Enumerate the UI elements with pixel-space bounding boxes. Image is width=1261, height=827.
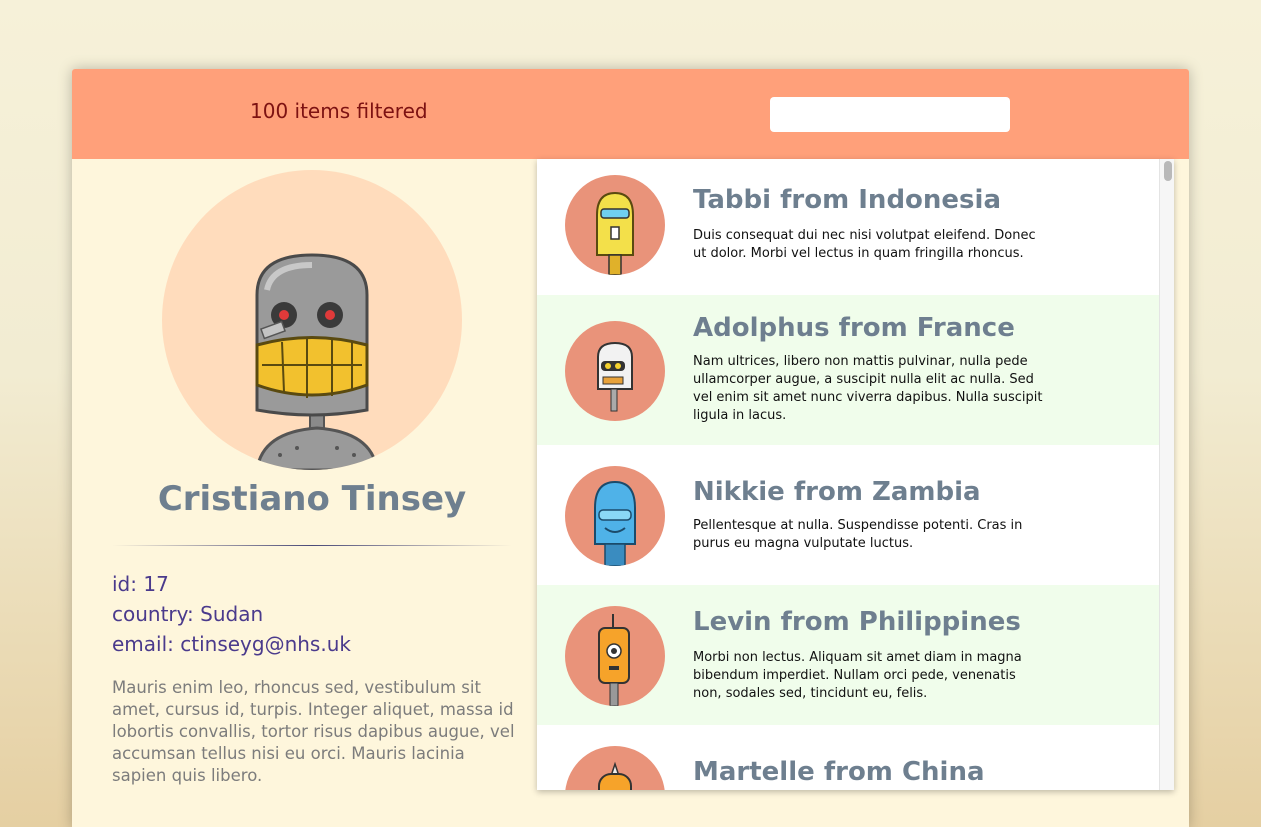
app-window: 100 items filtered Cristiano Tinsey id: … [72, 69, 1189, 827]
list-item[interactable]: Levin from Philippines Morbi non lectus.… [537, 585, 1159, 725]
list-item[interactable]: Adolphus from France Nam ultrices, liber… [537, 295, 1159, 445]
filter-count: 100 items filtered [250, 99, 428, 123]
list-item-desc: Nam ultrices, libero non mattis pulvinar… [693, 354, 1043, 423]
robot-gray-icon [162, 170, 462, 470]
robot-orange-horn-icon [565, 746, 665, 790]
list-item-title: Tabbi from Indonesia [693, 185, 1001, 215]
list-item[interactable]: Tabbi from Indonesia Duis consequat dui … [537, 159, 1159, 295]
divider [112, 545, 512, 546]
header-bar: 100 items filtered [72, 69, 1189, 159]
list-item[interactable]: Nikkie from Zambia Pellentesque at nulla… [537, 445, 1159, 585]
profile-id: id: 17 [112, 572, 169, 596]
profile-email[interactable]: email: ctinseyg@nhs.uk [112, 629, 351, 659]
profile-meta: id: 17 country: Sudan email: ctinseyg@nh… [112, 569, 351, 659]
robot-yellow-icon [565, 175, 665, 275]
scrollbar[interactable] [1159, 159, 1174, 790]
list-item-desc: Duis consequat dui nec nisi volutpat ele… [693, 228, 1036, 261]
list-item-title: Adolphus from France [693, 313, 1015, 343]
list-item-desc: Pellentesque at nulla. Suspendisse poten… [693, 518, 1023, 551]
profile-bio: Mauris enim leo, rhoncus sed, vestibulum… [112, 678, 515, 785]
list-item-desc: Morbi non lectus. Aliquam sit amet diam … [693, 650, 1022, 701]
robot-white-icon [565, 321, 665, 421]
profile-name: Cristiano Tinsey [157, 479, 467, 519]
profile-panel: Cristiano Tinsey id: 17 country: Sudan e… [72, 159, 537, 827]
list-item-title: Martelle from China [693, 757, 985, 787]
list-item[interactable]: Martelle from China [537, 725, 1159, 790]
results-list[interactable]: Tabbi from Indonesia Duis consequat dui … [537, 159, 1174, 790]
robot-orange-icon [565, 606, 665, 706]
list-item-title: Levin from Philippines [693, 607, 1021, 637]
profile-country: country: Sudan [112, 602, 264, 626]
robot-blue-icon [565, 466, 665, 566]
list-item-title: Nikkie from Zambia [693, 477, 981, 507]
scrollbar-thumb[interactable] [1164, 161, 1172, 181]
search-input[interactable] [770, 97, 1010, 132]
